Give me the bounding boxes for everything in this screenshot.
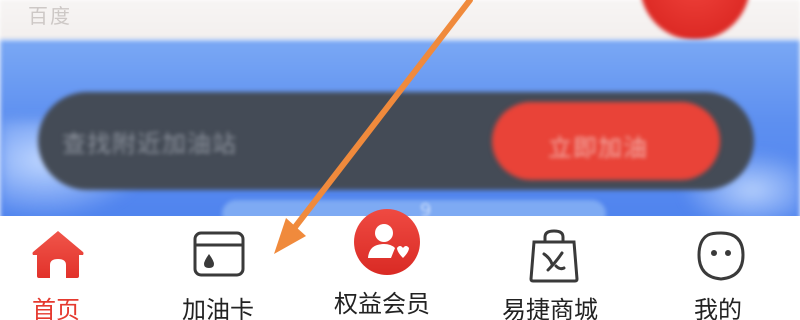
fuel-card-icon	[193, 231, 245, 277]
home-icon	[32, 231, 84, 278]
nav-label-fuel-card: 加油卡	[182, 296, 254, 320]
member-icon	[354, 209, 420, 275]
nav-item-mine[interactable]: 我的	[668, 216, 778, 320]
search-placeholder: 查找附近加油站	[62, 130, 237, 158]
nav-item-home[interactable]: 首页	[0, 216, 118, 320]
recharge-button-label: 立即加油	[548, 134, 648, 162]
shopping-bag-icon	[529, 229, 579, 283]
nav-label-mall: 易捷商城	[502, 296, 598, 320]
nav-item-fuel-card[interactable]: 加油卡	[160, 216, 290, 320]
top-header-title: 百度	[28, 4, 72, 28]
nav-label-mine: 我的	[694, 296, 742, 320]
nav-label-member: 权益会员	[334, 290, 430, 318]
app-screen: 百度 查找附近加油站 立即加油 9 首页 加油卡 权益会员 易捷商城 我的	[0, 0, 800, 320]
nav-label-home: 首页	[32, 296, 80, 320]
nav-item-mall[interactable]: 易捷商城	[492, 216, 642, 320]
profile-face-icon	[697, 231, 745, 281]
bottom-nav-bar: 首页 加油卡 权益会员 易捷商城 我的	[0, 209, 800, 320]
nav-item-member[interactable]: 权益会员	[320, 209, 460, 320]
